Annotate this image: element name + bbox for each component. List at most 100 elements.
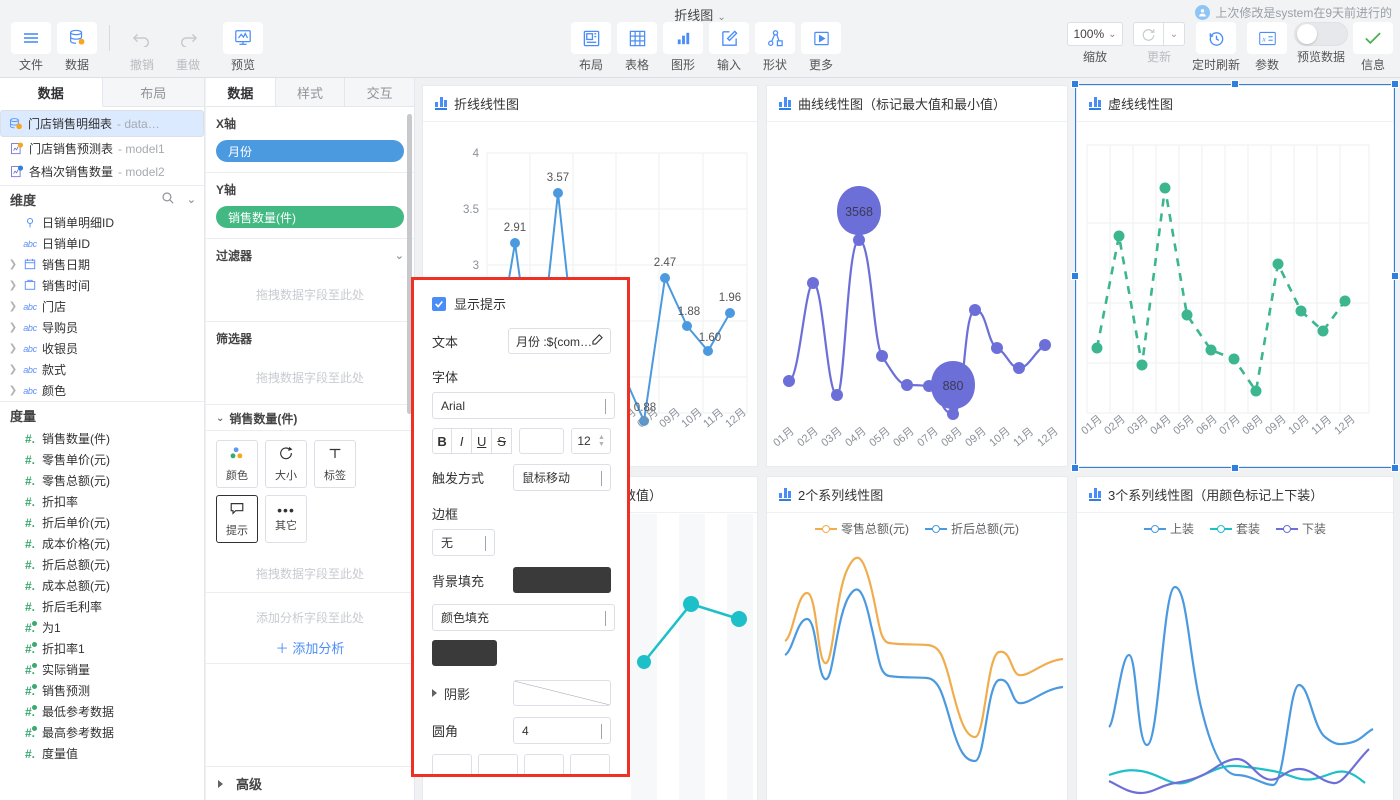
dataset-item-2[interactable]: 各档次销售数量 - model2 xyxy=(0,160,204,183)
mark-color-button[interactable]: 颜色 xyxy=(216,440,258,488)
resize-handle-se[interactable] xyxy=(1391,464,1399,472)
expand-arrow-icon[interactable]: ❯ xyxy=(8,364,18,375)
legend-item-1[interactable]: 套装 xyxy=(1210,520,1260,537)
font-color-picker[interactable] xyxy=(519,428,564,454)
measure-item-9[interactable]: #.为1 xyxy=(0,617,204,638)
measure-item-10[interactable]: #.折扣率1 xyxy=(0,638,204,659)
background-color-swatch[interactable] xyxy=(513,567,611,593)
measure-item-4[interactable]: #.折后单价(元) xyxy=(0,512,204,533)
mark-label-button[interactable]: 标签 xyxy=(314,440,356,488)
mark-tooltip-button[interactable]: 提示 xyxy=(216,495,258,543)
info-button[interactable]: 信息 xyxy=(1352,22,1394,73)
italic-button[interactable]: I xyxy=(452,428,472,454)
dimension-item-0[interactable]: ⚲日销单明细ID xyxy=(0,212,204,233)
refresh-icon[interactable] xyxy=(1133,22,1163,46)
chart-card-5[interactable]: 2个系列线性图 零售总额(元) 折后总额(元) xyxy=(766,476,1068,800)
toolbar-chart-button[interactable]: 图形 xyxy=(660,22,706,73)
chevron-down-icon[interactable]: ⌄ xyxy=(395,249,404,262)
radius-select[interactable]: 4 xyxy=(513,717,611,744)
tooltip-settings-popup[interactable]: 显示提示 文本 月份 :${com… 字体 Arial B I U xyxy=(411,277,630,777)
padding-right-input[interactable] xyxy=(478,754,518,777)
spinner-arrows-icon[interactable]: ▲▼ xyxy=(598,435,605,448)
toolbar-input-button[interactable]: 输入 xyxy=(706,22,752,73)
padding-top-input[interactable] xyxy=(432,754,472,777)
underline-button[interactable]: U xyxy=(472,428,492,454)
padding-left-input[interactable] xyxy=(570,754,610,777)
measure-item-15[interactable]: #.度量值 xyxy=(0,743,204,764)
chevron-down-icon[interactable]: ⌄ xyxy=(187,193,196,206)
shadow-preview[interactable] xyxy=(513,680,611,706)
dimension-item-6[interactable]: ❯abc收银员 xyxy=(0,338,204,359)
zoom-select[interactable]: 100%⌄ xyxy=(1067,22,1123,46)
add-analysis-button[interactable]: ＋ 添加分析 xyxy=(206,630,414,663)
expand-arrow-icon[interactable]: ❯ xyxy=(8,259,18,270)
edit-pencil-icon[interactable] xyxy=(592,334,603,348)
dimension-item-3[interactable]: ❯销售时间 xyxy=(0,275,204,296)
mark-size-button[interactable]: 大小 xyxy=(265,440,307,488)
toggle-switch[interactable] xyxy=(1294,22,1348,46)
legend-item-1[interactable]: 折后总额(元) xyxy=(925,520,1019,537)
measure-item-0[interactable]: #.销售数量(件) xyxy=(0,428,204,449)
measure-item-3[interactable]: #.折扣率 xyxy=(0,491,204,512)
dimension-item-8[interactable]: ❯abc颜色 xyxy=(0,380,204,401)
mark-other-button[interactable]: ••• 其它 xyxy=(265,495,307,543)
font-family-select[interactable]: Arial xyxy=(432,392,615,419)
toolbar-file-button[interactable]: 文件 xyxy=(8,22,54,73)
toolbar-more-button[interactable]: 更多 xyxy=(798,22,844,73)
tab-data[interactable]: 数据 xyxy=(0,78,103,107)
chart-card-2[interactable]: 曲线线性图（标记最大值和最小值） 3568 xyxy=(766,85,1068,467)
fill-color-swatch[interactable] xyxy=(432,640,497,666)
resize-handle-w[interactable] xyxy=(1071,272,1079,280)
shadow-row[interactable]: 阴影 xyxy=(432,680,611,706)
fill-type-select[interactable]: 颜色填充 xyxy=(432,604,615,631)
resize-handle-e[interactable] xyxy=(1391,272,1399,280)
dimension-item-7[interactable]: ❯abc款式 xyxy=(0,359,204,380)
measure-item-13[interactable]: #.最低参考数据 xyxy=(0,701,204,722)
border-select[interactable]: 无 xyxy=(432,529,495,556)
expand-arrow-icon[interactable]: ❯ xyxy=(8,301,18,312)
toolbar-table-button[interactable]: 表格 xyxy=(614,22,660,73)
resize-handle-n[interactable] xyxy=(1231,80,1239,88)
advanced-section[interactable]: 高级 xyxy=(206,766,414,800)
selector-dropzone[interactable]: 拖拽数据字段至此处 xyxy=(216,355,404,400)
dimension-item-1[interactable]: abc日销单ID xyxy=(0,233,204,254)
toolbar-shape-button[interactable]: 形状 xyxy=(752,22,798,73)
bold-button[interactable]: B xyxy=(432,428,452,454)
legend-item-2[interactable]: 下装 xyxy=(1276,520,1326,537)
toolbar-undo-button[interactable]: 撤销 xyxy=(119,22,165,73)
toolbar-data-button[interactable]: 数据 xyxy=(54,22,100,73)
legend-item-0[interactable]: 零售总额(元) xyxy=(815,520,909,537)
dataset-item-0[interactable]: 门店销售明细表 - data… xyxy=(0,110,204,137)
measure-item-7[interactable]: #.成本总额(元) xyxy=(0,575,204,596)
expand-arrow-icon[interactable]: ❯ xyxy=(8,343,18,354)
resize-handle-s[interactable] xyxy=(1231,464,1239,472)
strikethrough-button[interactable]: S xyxy=(492,428,512,454)
marks-section-header[interactable]: ⌄ 销售数量(件) xyxy=(206,405,414,431)
toolbar-preview-button[interactable]: 预览 xyxy=(220,22,266,73)
measure-item-1[interactable]: #.零售单价(元) xyxy=(0,449,204,470)
legend-item-0[interactable]: 上装 xyxy=(1144,520,1194,537)
tab-config-data[interactable]: 数据 xyxy=(206,78,276,106)
tab-config-interact[interactable]: 交互 xyxy=(345,78,414,106)
zoom-control[interactable]: 100%⌄ 缩放 xyxy=(1064,22,1126,65)
measure-item-12[interactable]: #.销售预测 xyxy=(0,680,204,701)
dimension-item-4[interactable]: ❯abc门店 xyxy=(0,296,204,317)
measure-item-11[interactable]: #.实际销量 xyxy=(0,659,204,680)
measure-item-6[interactable]: #.折后总额(元) xyxy=(0,554,204,575)
tooltip-text-input[interactable]: 月份 :${com… xyxy=(508,328,611,354)
resize-handle-ne[interactable] xyxy=(1391,80,1399,88)
dimension-item-2[interactable]: ❯销售日期 xyxy=(0,254,204,275)
resize-handle-nw[interactable] xyxy=(1071,80,1079,88)
show-tooltip-row[interactable]: 显示提示 xyxy=(432,294,611,313)
measure-item-2[interactable]: #.零售总额(元) xyxy=(0,470,204,491)
tab-layout[interactable]: 布局 xyxy=(103,78,205,106)
measure-item-14[interactable]: #.最高参考数据 xyxy=(0,722,204,743)
filter-dropzone[interactable]: 拖拽数据字段至此处 xyxy=(216,272,404,317)
scheduled-refresh-button[interactable]: 定时刷新 xyxy=(1188,22,1244,73)
refresh-control[interactable]: ⌄ 更新 xyxy=(1130,22,1188,65)
dimension-item-5[interactable]: ❯abc导购员 xyxy=(0,317,204,338)
chart-card-6[interactable]: 3个系列线性图（用颜色标记上下装） 上装 套装 下装 xyxy=(1076,476,1394,800)
expand-arrow-icon[interactable]: ❯ xyxy=(8,280,18,291)
refresh-dropdown-icon[interactable]: ⌄ xyxy=(1163,22,1185,46)
x-axis-field-pill[interactable]: 月份 xyxy=(216,140,404,162)
